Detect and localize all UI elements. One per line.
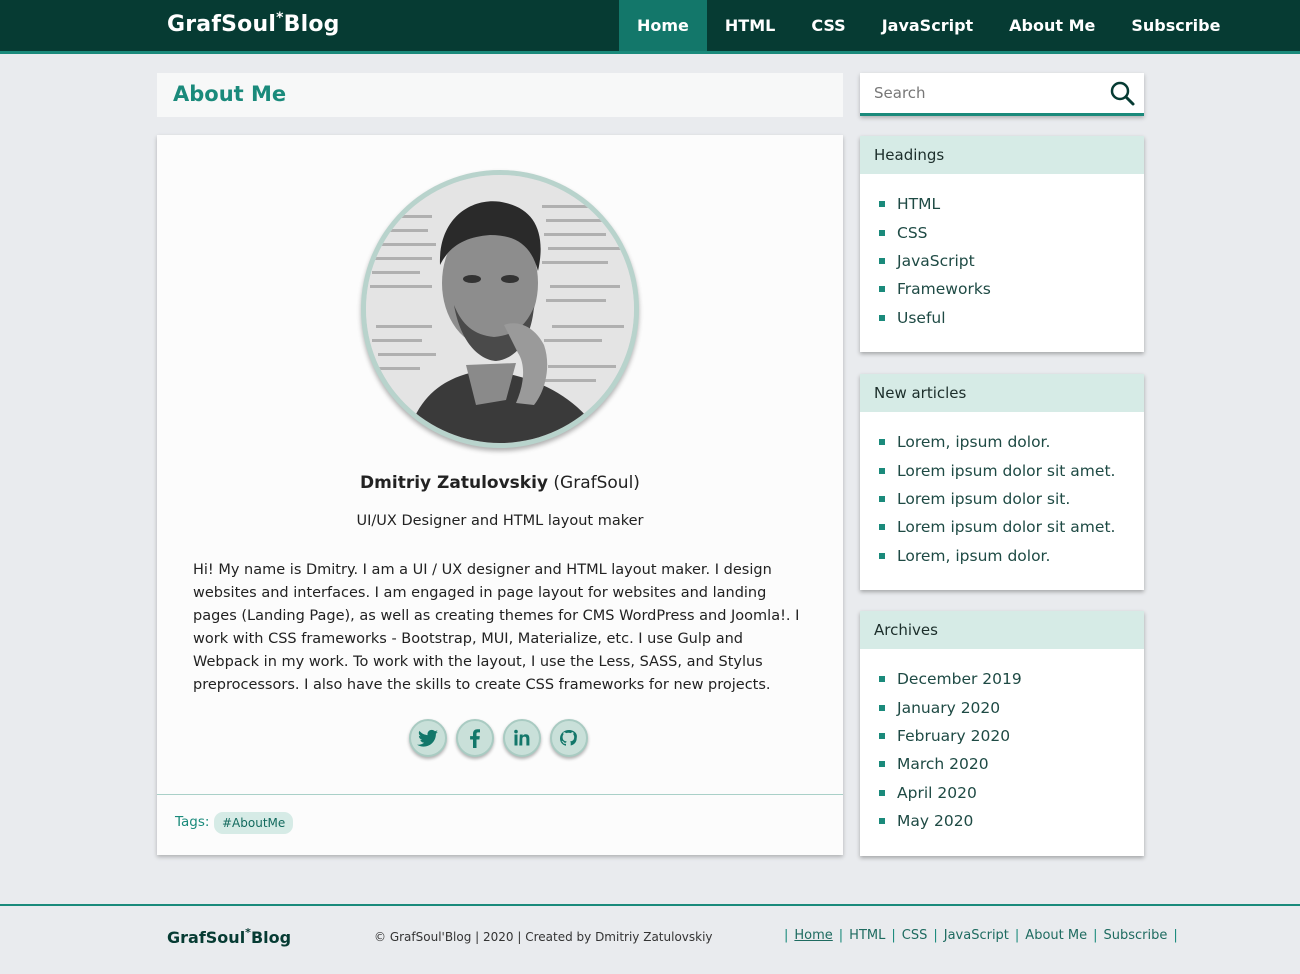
avatar-frame xyxy=(361,170,639,448)
bullet-icon xyxy=(879,286,885,293)
nav-item-subscribe[interactable]: Subscribe xyxy=(1113,0,1238,51)
footer: GrafSoul*Blog © GrafSoul'Blog | 2020 | C… xyxy=(0,904,1300,974)
list-item[interactable]: Frameworks xyxy=(879,275,1144,303)
tag-about-me[interactable]: #AboutMe xyxy=(214,812,294,834)
footer-nav: | Home | HTML | CSS | JavaScript | About… xyxy=(784,928,1178,943)
top-header: GrafSoul*Blog Home HTML CSS JavaScript A… xyxy=(0,0,1300,54)
footer-logo[interactable]: GrafSoul*Blog xyxy=(167,926,291,947)
card-divider xyxy=(157,794,843,795)
list-item[interactable]: CSS xyxy=(879,218,1144,246)
list-item[interactable]: March 2020 xyxy=(879,750,1144,778)
search-box xyxy=(860,73,1144,116)
github-icon[interactable] xyxy=(550,719,588,757)
bullet-icon xyxy=(879,789,885,796)
social-links xyxy=(409,719,588,759)
bullet-icon xyxy=(879,439,885,446)
bullet-icon xyxy=(879,257,885,264)
bullet-icon xyxy=(879,818,885,825)
widget-title: Headings xyxy=(860,136,1144,174)
bullet-icon xyxy=(879,732,885,739)
bullet-icon xyxy=(879,314,885,321)
linkedin-icon[interactable] xyxy=(503,719,541,757)
bullet-icon xyxy=(879,524,885,531)
list-item[interactable]: January 2020 xyxy=(879,693,1144,721)
list-item[interactable]: Lorem ipsum dolor sit amet. xyxy=(879,456,1144,484)
nav-item-about-me[interactable]: About Me xyxy=(991,0,1113,51)
author-role: UI/UX Designer and HTML layout maker xyxy=(356,513,644,529)
headings-widget: Headings HTML CSS JavaScript Frameworks … xyxy=(860,136,1144,352)
bullet-icon xyxy=(879,552,885,559)
bullet-icon xyxy=(879,201,885,208)
page-title-bar: About Me xyxy=(157,73,843,117)
facebook-icon[interactable] xyxy=(456,719,494,757)
bullet-icon xyxy=(879,229,885,236)
page-title: About Me xyxy=(173,82,287,106)
list-item[interactable]: Lorem ipsum dolor sit amet. xyxy=(879,513,1144,541)
list-item[interactable]: Lorem, ipsum dolor. xyxy=(879,428,1144,456)
nav-item-home[interactable]: Home xyxy=(619,0,707,51)
list-item[interactable]: JavaScript xyxy=(879,247,1144,275)
author-bio: Hi! My name is Dmitry. I am a UI / UX de… xyxy=(193,562,800,693)
bullet-icon xyxy=(879,495,885,502)
footer-link-about-me[interactable]: About Me xyxy=(1025,928,1087,943)
nav-item-html[interactable]: HTML xyxy=(707,0,793,51)
list-item[interactable]: December 2019 xyxy=(879,665,1144,693)
footer-link-home[interactable]: Home xyxy=(794,928,832,943)
list-item[interactable]: May 2020 xyxy=(879,807,1144,835)
copyright: © GrafSoul'Blog | 2020 | Created by Dmit… xyxy=(374,930,713,944)
search-icon[interactable] xyxy=(1108,79,1136,107)
avatar-photo xyxy=(366,175,634,443)
author-name: Dmitriy Zatulovskiy (GrafSoul) xyxy=(360,473,640,493)
nav-item-css[interactable]: CSS xyxy=(793,0,863,51)
widget-title: Archives xyxy=(860,611,1144,649)
avatar xyxy=(366,175,634,443)
widget-title: New articles xyxy=(860,374,1144,412)
main-nav: Home HTML CSS JavaScript About Me Subscr… xyxy=(619,0,1238,51)
footer-link-javascript[interactable]: JavaScript xyxy=(944,928,1009,943)
footer-link-html[interactable]: HTML xyxy=(849,928,885,943)
new-articles-widget: New articles Lorem, ipsum dolor. Lorem i… xyxy=(860,374,1144,590)
list-item[interactable]: Useful xyxy=(879,304,1144,332)
about-card: Dmitriy Zatulovskiy (GrafSoul) UI/UX Des… xyxy=(157,135,843,855)
footer-link-css[interactable]: CSS xyxy=(902,928,928,943)
list-item[interactable]: Lorem ipsum dolor sit. xyxy=(879,485,1144,513)
twitter-icon[interactable] xyxy=(409,719,447,757)
site-logo[interactable]: GrafSoul*Blog xyxy=(167,10,340,37)
tags-label: Tags: xyxy=(175,814,210,830)
bullet-icon xyxy=(879,676,885,683)
archives-widget: Archives December 2019 January 2020 Febr… xyxy=(860,611,1144,856)
bullet-icon xyxy=(879,761,885,768)
bullet-icon xyxy=(879,704,885,711)
nav-item-javascript[interactable]: JavaScript xyxy=(864,0,991,51)
list-item[interactable]: February 2020 xyxy=(879,722,1144,750)
bullet-icon xyxy=(879,467,885,474)
list-item[interactable]: April 2020 xyxy=(879,779,1144,807)
search-input[interactable] xyxy=(860,73,1100,113)
footer-link-subscribe[interactable]: Subscribe xyxy=(1103,928,1167,943)
list-item[interactable]: HTML xyxy=(879,190,1144,218)
list-item[interactable]: Lorem, ipsum dolor. xyxy=(879,542,1144,570)
